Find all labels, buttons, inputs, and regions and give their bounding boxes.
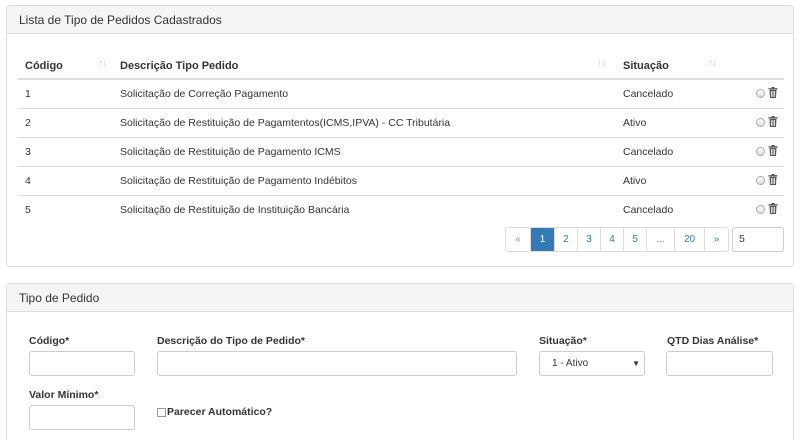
radio-icon[interactable] bbox=[756, 89, 765, 99]
page-button-20[interactable]: 20 bbox=[674, 228, 704, 251]
sort-arrows-icon[interactable]: ↑↓ bbox=[708, 58, 717, 69]
days-label: QTD Dias Análise* bbox=[667, 335, 759, 347]
cell-description: Solicitação de Restituição de Instituiçã… bbox=[120, 203, 350, 216]
cell-code: 4 bbox=[18, 166, 113, 196]
trash-icon[interactable] bbox=[768, 144, 778, 159]
chevron-down-icon: ▼ bbox=[632, 359, 640, 368]
cell-actions bbox=[726, 137, 784, 167]
page-button-1[interactable]: 1 bbox=[530, 228, 554, 251]
min-value-field[interactable] bbox=[29, 405, 135, 430]
table-row[interactable]: 2 Solicitação de Restituição de Pagamtent… bbox=[18, 108, 784, 138]
sort-arrows-icon[interactable]: ↑↓ bbox=[597, 58, 606, 69]
sort-arrows-icon[interactable]: ↑↓ bbox=[98, 58, 107, 69]
description-label: Descrição do Tipo de Pedido* bbox=[157, 335, 306, 347]
cell-actions bbox=[726, 108, 784, 138]
cell-status: Ativo bbox=[616, 166, 726, 196]
column-header-description[interactable]: Descrição Tipo Pedido ↑↓ bbox=[113, 53, 616, 80]
table-row[interactable]: 3 Solicitação de Restituição de Pagamento… bbox=[18, 137, 784, 167]
auto-opinion-label: Parecer Automático? bbox=[167, 406, 273, 418]
table-row[interactable]: 5 Solicitação de Restituição de Instituiç… bbox=[18, 195, 784, 224]
page-button-2[interactable]: 2 bbox=[554, 228, 577, 251]
page-button-4[interactable]: 4 bbox=[600, 228, 623, 251]
cell-description: Solicitação de Restituição de Pagamento … bbox=[113, 166, 616, 196]
status-select[interactable]: 1 - Ativo ▼ bbox=[539, 351, 645, 376]
cell-actions bbox=[726, 79, 784, 109]
cell-status: Cancelado bbox=[616, 79, 726, 109]
list-panel: Lista de Tipo de Pedidos Cadastrados Cód… bbox=[6, 5, 794, 267]
trash-icon[interactable] bbox=[768, 86, 778, 101]
min-value-label: Valor Mínimo* bbox=[29, 389, 99, 401]
status-select-value: 1 - Ativo bbox=[552, 358, 589, 369]
list-panel-title: Lista de Tipo de Pedidos Cadastrados bbox=[7, 6, 793, 34]
cell-actions bbox=[726, 166, 784, 196]
radio-icon[interactable] bbox=[756, 118, 765, 127]
page-size-input[interactable]: 5 bbox=[732, 227, 784, 252]
cell-description: Solicitação de Restituição de Pagamento … bbox=[113, 137, 616, 167]
column-header-actions bbox=[726, 53, 784, 80]
auto-opinion-option[interactable]: Parecer Automático? bbox=[157, 406, 272, 418]
column-header-status[interactable]: Situação ↑↓ bbox=[616, 53, 726, 80]
page-button-5[interactable]: 5 bbox=[623, 228, 646, 251]
cell-description: Solicitação de Restituição de Pagamtento… bbox=[113, 108, 616, 138]
trash-icon[interactable] bbox=[768, 115, 778, 130]
pagination-prev-button[interactable]: « bbox=[506, 228, 530, 251]
table-header-row: Código ↑↓ Descrição Tipo Pedido ↑↓ Situa… bbox=[18, 53, 784, 80]
cell-status: Cancelado bbox=[623, 203, 674, 216]
status-label: Situação* bbox=[539, 335, 587, 347]
auto-opinion-checkbox[interactable] bbox=[157, 407, 166, 417]
pagination: « 1 2 3 4 5 ... 20 » bbox=[505, 227, 729, 252]
cell-status: Ativo bbox=[616, 108, 726, 138]
cell-code: 5 bbox=[25, 203, 31, 216]
code-field[interactable] bbox=[29, 351, 135, 376]
form-panel-title: Tipo de Pedido bbox=[7, 284, 793, 312]
cell-code: 2 bbox=[18, 108, 113, 138]
pagination-next-button[interactable]: » bbox=[704, 228, 728, 251]
trash-icon[interactable] bbox=[768, 173, 778, 188]
radio-icon[interactable] bbox=[756, 205, 765, 215]
code-label: Código* bbox=[29, 335, 70, 347]
cell-code: 3 bbox=[18, 137, 113, 167]
trash-icon[interactable] bbox=[768, 202, 778, 217]
page-button-3[interactable]: 3 bbox=[577, 228, 600, 251]
cell-description: Solicitação de Correção Pagamento bbox=[113, 79, 616, 109]
form-panel: Tipo de Pedido Código* Descrição do Tipo… bbox=[6, 283, 794, 440]
cell-code: 1 bbox=[18, 79, 113, 109]
days-field[interactable] bbox=[666, 351, 773, 376]
column-header-code[interactable]: Código ↑↓ bbox=[18, 53, 113, 80]
order-types-table: Código ↑↓ Descrição Tipo Pedido ↑↓ Situa… bbox=[18, 53, 784, 224]
cell-actions bbox=[726, 195, 784, 224]
table-row[interactable]: 4 Solicitação de Restituição de Pagamento… bbox=[18, 166, 784, 196]
table-row[interactable]: 1 Solicitação de Correção Pagamento Cancel… bbox=[18, 79, 784, 109]
radio-icon[interactable] bbox=[756, 147, 765, 156]
radio-icon[interactable] bbox=[756, 176, 765, 185]
description-field[interactable] bbox=[157, 351, 517, 376]
cell-status: Cancelado bbox=[616, 137, 726, 167]
page-button-ellipsis[interactable]: ... bbox=[646, 228, 674, 251]
